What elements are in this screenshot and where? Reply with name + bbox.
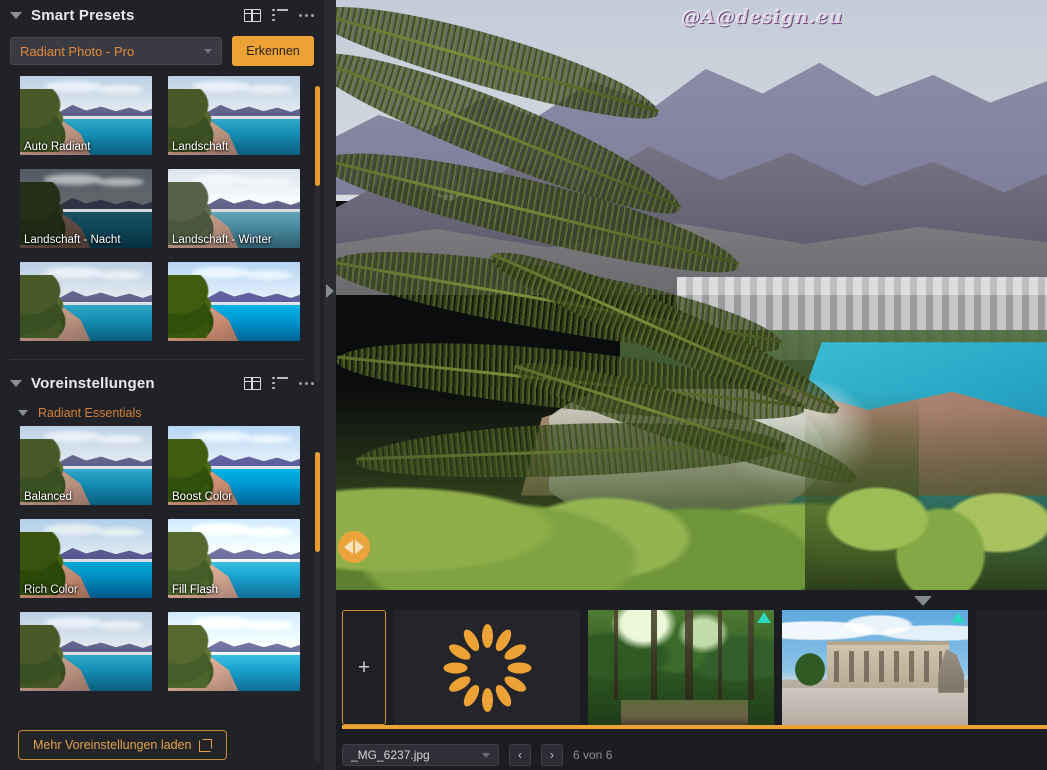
preset-profile-dropdown[interactable]: Radiant Photo - Pro xyxy=(10,37,222,65)
preset-item[interactable]: Rich Color xyxy=(20,519,152,598)
load-more-wrapper: Mehr Voreinstellungen laden xyxy=(18,730,228,760)
grid-view-icon[interactable] xyxy=(244,376,261,390)
preset-profile-value: Radiant Photo - Pro xyxy=(20,43,135,59)
preset-item-label: Rich Color xyxy=(24,584,78,596)
presets-title: Voreinstellungen xyxy=(31,374,155,392)
disclosure-triangle-icon[interactable] xyxy=(10,11,22,19)
filmstrip-thumbnail[interactable] xyxy=(976,610,1047,725)
preset-thumbnail-image xyxy=(20,262,152,341)
compare-right-arrow xyxy=(355,540,364,554)
smart-preset-item-label: Landschaft - Winter xyxy=(172,234,272,246)
preset-thumbnail-image xyxy=(168,612,300,691)
preset-thumbnail-image xyxy=(20,612,152,691)
chevron-down-icon xyxy=(482,752,490,758)
before-after-compare-icon[interactable] xyxy=(338,531,370,563)
image-preview[interactable]: @A@design.eu xyxy=(336,0,1047,590)
preset-group-label: Radiant Essentials xyxy=(38,406,142,420)
detect-button[interactable]: Erkennen xyxy=(232,36,314,66)
watermark: @A@design.eu xyxy=(681,6,843,28)
smart-preset-item[interactable]: Landschaft - Nacht xyxy=(20,169,152,248)
smart-preset-item[interactable]: Landschaft xyxy=(168,76,300,155)
bottom-bar: _MG_6237.jpg ‹ › 6 von 6 xyxy=(336,740,1047,770)
preview-photo xyxy=(336,0,1047,590)
right-side: @A@design.eu + _MG_6237.jpg ‹ › 6 von 6 xyxy=(336,0,1047,770)
list-view-icon[interactable] xyxy=(272,376,288,390)
presets-header-icons xyxy=(244,376,314,390)
preset-item[interactable] xyxy=(20,612,152,691)
chevron-down-icon[interactable] xyxy=(914,596,932,606)
filmstrip[interactable]: + xyxy=(342,610,1047,725)
scrollbar-thumb[interactable] xyxy=(315,452,320,552)
chevron-down-icon xyxy=(204,48,212,54)
smart-preset-item-label: Landschaft - Nacht xyxy=(24,234,121,246)
grid-view-icon[interactable] xyxy=(244,8,261,22)
image-counter: 6 von 6 xyxy=(573,748,613,762)
previous-image-button[interactable]: ‹ xyxy=(509,744,531,766)
preset-item-label: Boost Color xyxy=(172,491,233,503)
list-view-icon[interactable] xyxy=(272,8,288,22)
smart-preset-item-label: Auto Radiant xyxy=(24,141,91,153)
file-name-value: _MG_6237.jpg xyxy=(351,748,430,762)
preset-item[interactable]: Boost Color xyxy=(168,426,300,505)
left-panel: Smart Presets Radiant Photo - Pro Erkenn… xyxy=(0,0,324,770)
disclosure-triangle-icon[interactable] xyxy=(18,410,28,416)
filmstrip-thumbnail[interactable] xyxy=(394,610,580,725)
smart-presets-grid: Auto Radiant Landschaft Landschaft - Nacht… xyxy=(0,76,324,341)
panel-collapse-handle[interactable] xyxy=(324,0,336,770)
collapse-panel-icon[interactable] xyxy=(326,284,334,298)
preset-thumbnail-image xyxy=(168,262,300,341)
preset-item-label: Fill Flash xyxy=(172,584,219,596)
load-more-presets-button[interactable]: Mehr Voreinstellungen laden xyxy=(18,730,228,760)
smart-presets-header[interactable]: Smart Presets xyxy=(0,0,324,30)
filmstrip-tiles xyxy=(394,610,1047,725)
filmstrip-area: + _MG_6237.jpg ‹ › 6 von 6 xyxy=(336,590,1047,770)
smart-presets-scrollbar[interactable] xyxy=(315,86,320,382)
next-image-button[interactable]: › xyxy=(541,744,563,766)
preset-item[interactable]: Fill Flash xyxy=(168,519,300,598)
filmstrip-image-forest xyxy=(588,610,774,725)
smart-preset-item[interactable]: Auto Radiant xyxy=(20,76,152,155)
photo-right-foliage xyxy=(805,413,1047,590)
preset-item[interactable] xyxy=(168,612,300,691)
smart-presets-controls: Radiant Photo - Pro Erkennen xyxy=(0,30,324,76)
filmstrip-accent-bar xyxy=(342,725,1047,729)
edited-badge-icon xyxy=(757,612,771,623)
preset-item-label: Balanced xyxy=(24,491,72,503)
smart-preset-item[interactable]: Landschaft - Winter xyxy=(168,169,300,248)
compare-left-arrow xyxy=(344,540,353,554)
presets-grid: Balanced Boost Color Rich Color Fill Flash xyxy=(0,426,324,691)
disclosure-triangle-icon[interactable] xyxy=(10,379,22,387)
app-root: Smart Presets Radiant Photo - Pro Erkenn… xyxy=(0,0,1047,770)
add-photos-button[interactable]: + xyxy=(342,610,386,725)
smart-preset-item-label: Landschaft xyxy=(172,141,229,153)
filmstrip-thumbnail[interactable] xyxy=(782,610,968,725)
smart-preset-item[interactable] xyxy=(20,262,152,341)
smart-preset-item[interactable] xyxy=(168,262,300,341)
preset-group-radiant-essentials[interactable]: Radiant Essentials xyxy=(0,398,324,426)
file-name-dropdown[interactable]: _MG_6237.jpg xyxy=(342,744,499,766)
filmstrip-thumbnail[interactable] xyxy=(588,610,774,725)
filmstrip-image-palace xyxy=(782,610,968,725)
presets-header[interactable]: Voreinstellungen xyxy=(0,368,324,398)
smart-presets-header-icons xyxy=(244,8,314,22)
smart-presets-title: Smart Presets xyxy=(31,6,135,24)
preset-item[interactable]: Balanced xyxy=(20,426,152,505)
edited-badge-icon xyxy=(951,612,965,623)
panel-divider xyxy=(10,359,304,360)
more-options-icon[interactable] xyxy=(299,9,314,22)
external-link-icon xyxy=(199,738,213,752)
more-options-icon[interactable] xyxy=(299,377,314,390)
load-more-presets-label: Mehr Voreinstellungen laden xyxy=(33,738,192,752)
scrollbar-thumb[interactable] xyxy=(315,86,320,186)
presets-scrollbar[interactable] xyxy=(315,452,320,762)
